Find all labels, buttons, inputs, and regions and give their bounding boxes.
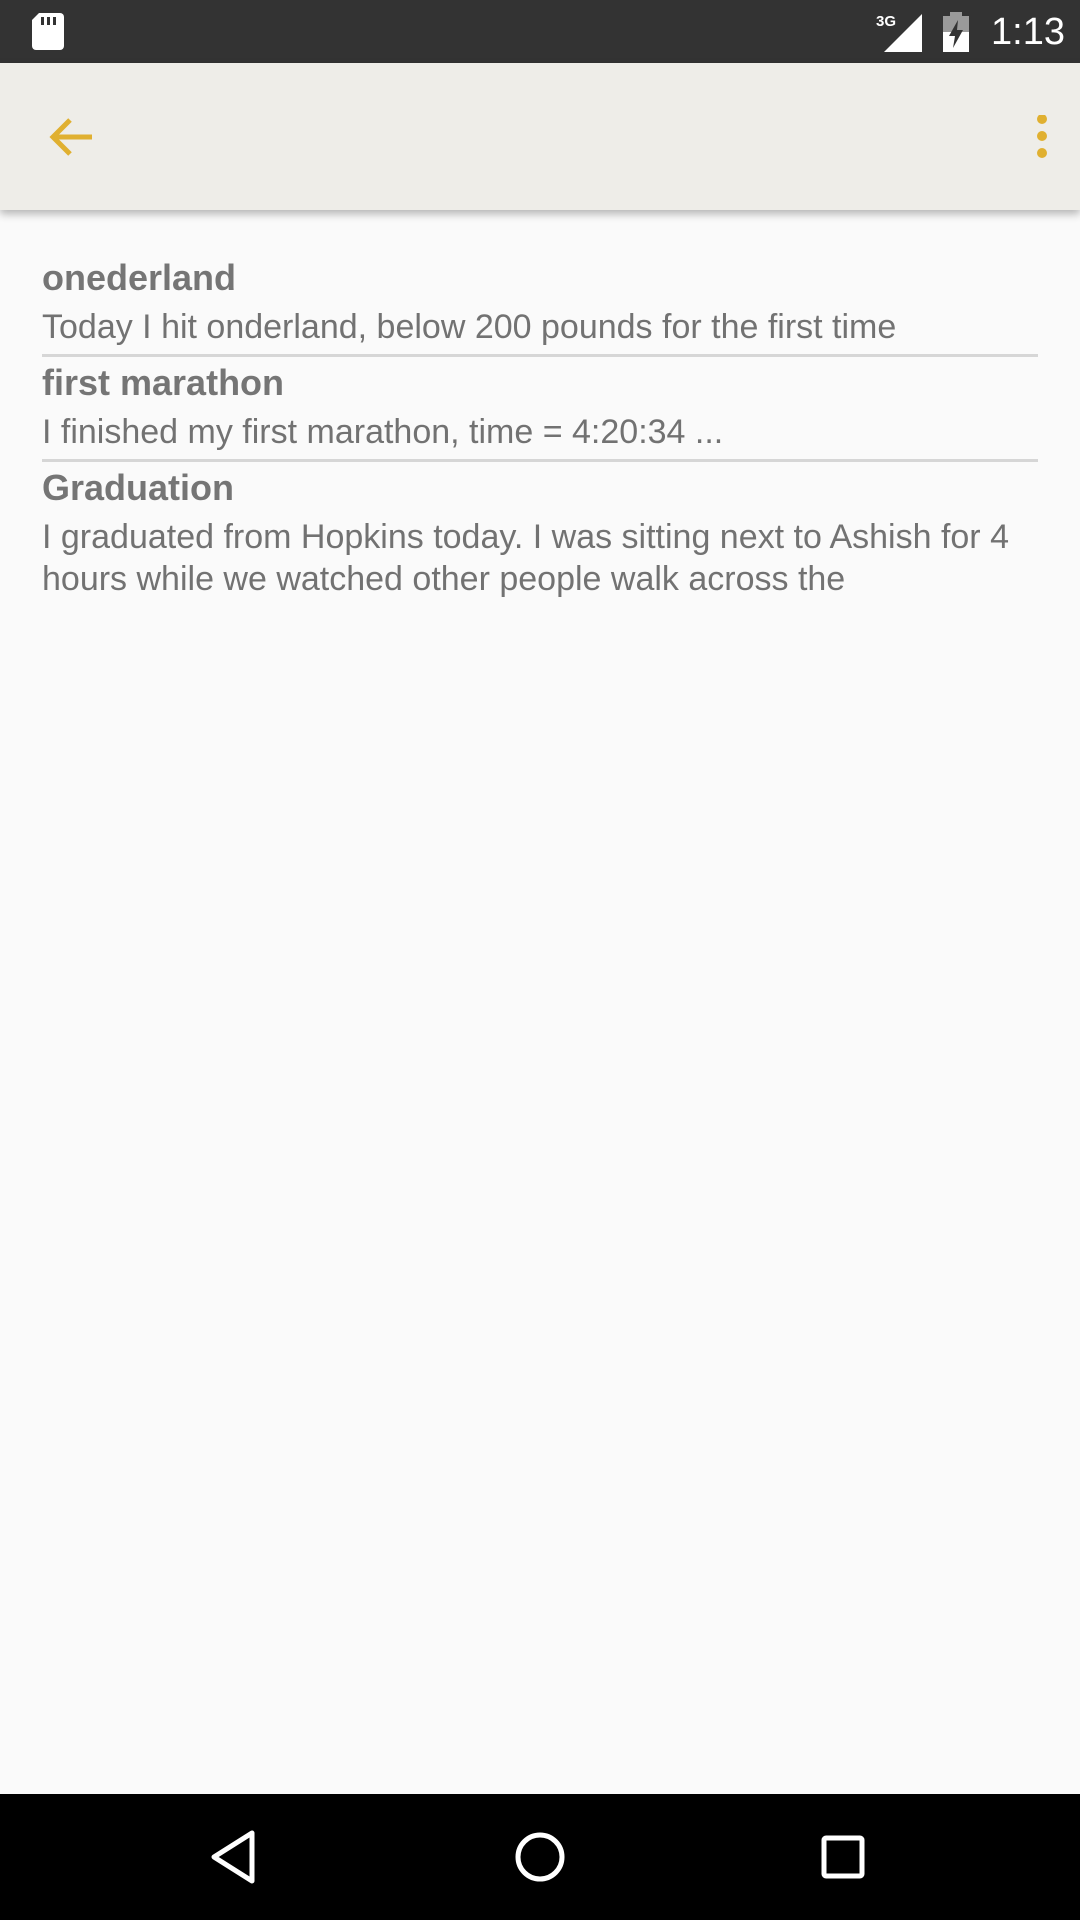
nav-recents-button[interactable] (798, 1816, 888, 1898)
entry-list: onederland Today I hit onderland, below … (0, 210, 1080, 1794)
entry-title: onederland (42, 257, 237, 298)
app-bar (0, 63, 1080, 210)
status-bar: 3G 1:13 (0, 0, 1080, 63)
divider (42, 354, 1038, 357)
list-item[interactable]: onederland Today I hit onderland, below … (42, 256, 1038, 348)
entry-body: Today I hit onderland, below 200 pounds … (42, 308, 897, 346)
battery-charging-icon (941, 12, 971, 52)
divider (42, 459, 1038, 462)
nav-back-button[interactable] (192, 1816, 282, 1898)
sd-card-icon (32, 13, 64, 50)
entry-body: I finished my first marathon, time = 4:2… (42, 413, 724, 451)
entry-title: first marathon (42, 362, 285, 403)
list-item[interactable]: Graduation I graduated from Hopkins toda… (42, 466, 1038, 600)
back-triangle-icon (211, 1830, 255, 1884)
signal-icon: 3G (874, 12, 922, 52)
entry-title: Graduation (42, 467, 235, 508)
navigation-bar (0, 1794, 1080, 1920)
overflow-menu-button[interactable] (1018, 101, 1078, 173)
back-arrow-icon (49, 118, 92, 156)
overflow-menu-icon (1037, 115, 1047, 158)
network-type-label: 3G (876, 13, 896, 30)
nav-home-button[interactable] (495, 1816, 585, 1898)
back-button[interactable] (28, 101, 118, 173)
list-item[interactable]: first marathon I finished my first marat… (42, 361, 1038, 453)
status-clock: 1:13 (991, 11, 1065, 53)
home-circle-icon (515, 1832, 565, 1882)
recents-square-icon (821, 1835, 865, 1879)
entry-body: I graduated from Hopkins today. I was si… (42, 518, 1009, 598)
